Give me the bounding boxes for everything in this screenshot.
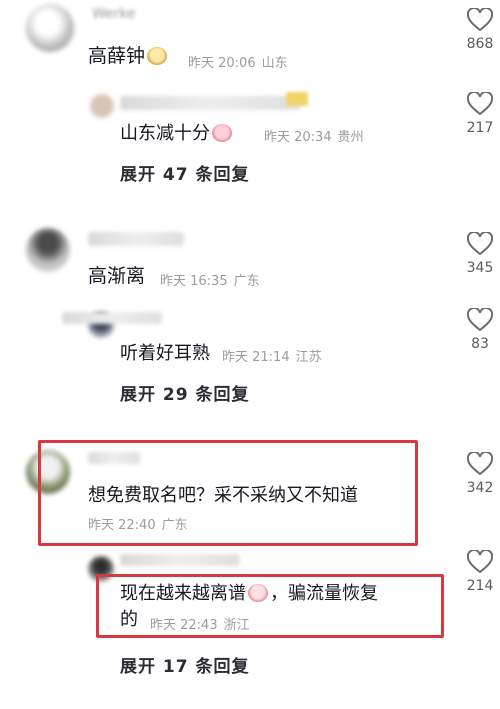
reply-meta: 昨天 21:14 江苏 bbox=[222, 350, 322, 365]
reply-name-badge bbox=[286, 92, 308, 106]
reply-name[interactable] bbox=[120, 96, 300, 110]
dog-face-emoji bbox=[147, 47, 168, 65]
like-count: 83 bbox=[471, 336, 489, 352]
reply-like-button[interactable]: 83 bbox=[458, 308, 500, 352]
avatar[interactable] bbox=[26, 450, 70, 494]
pig-emoji bbox=[212, 124, 232, 142]
reply-avatar[interactable] bbox=[90, 94, 114, 118]
commenter-name[interactable]: Werke bbox=[92, 6, 136, 22]
comment-meta: 昨天 16:35 广东 bbox=[160, 274, 260, 289]
heart-icon bbox=[467, 550, 493, 574]
like-count: 217 bbox=[466, 120, 494, 136]
reply-meta: 昨天 20:34 贵州 bbox=[264, 130, 364, 145]
like-count: 342 bbox=[466, 480, 494, 496]
heart-icon bbox=[467, 232, 493, 256]
heart-icon bbox=[467, 92, 493, 116]
sad-face-emoji bbox=[248, 584, 268, 602]
like-button[interactable]: 868 bbox=[458, 8, 500, 52]
heart-icon bbox=[467, 452, 493, 476]
reply-text-line2: 的 bbox=[120, 609, 138, 630]
reply-name[interactable] bbox=[120, 554, 240, 566]
expand-replies-button[interactable]: 展开 47 条回复 bbox=[120, 160, 250, 185]
comment-meta: 昨天 22:40 广东 bbox=[88, 518, 188, 533]
like-count: 345 bbox=[466, 260, 494, 276]
like-button[interactable]: 342 bbox=[458, 452, 500, 496]
avatar[interactable] bbox=[26, 4, 74, 52]
comment-text: 高渐离 bbox=[88, 265, 146, 287]
reply-name[interactable] bbox=[62, 312, 162, 324]
heart-icon bbox=[467, 8, 493, 32]
reply-text: 现在越来越离谱 ，骗流量恢复 bbox=[120, 583, 378, 604]
comment-text: 高薛钟 bbox=[88, 44, 169, 68]
like-count: 868 bbox=[466, 36, 494, 52]
reply-like-button[interactable]: 214 bbox=[458, 550, 500, 594]
reply-text: 山东减十分 bbox=[120, 122, 234, 146]
like-count: 214 bbox=[466, 578, 494, 594]
reply-like-button[interactable]: 217 bbox=[458, 92, 500, 136]
like-button[interactable]: 345 bbox=[458, 232, 500, 276]
comment-text: 想免费取名吧？采不采纳又不知道 bbox=[88, 485, 358, 506]
commenter-name[interactable] bbox=[88, 232, 184, 246]
reply-avatar[interactable] bbox=[88, 556, 114, 582]
expand-replies-button[interactable]: 展开 17 条回复 bbox=[120, 652, 250, 677]
heart-icon bbox=[467, 308, 493, 332]
comment-meta: 昨天 20:06 山东 bbox=[188, 56, 288, 71]
reply-meta: 昨天 22:43 浙江 bbox=[150, 618, 250, 633]
reply-text: 听着好耳熟 bbox=[120, 343, 210, 364]
avatar[interactable] bbox=[26, 228, 70, 272]
expand-replies-button[interactable]: 展开 29 条回复 bbox=[120, 380, 250, 405]
commenter-name[interactable] bbox=[88, 452, 140, 464]
